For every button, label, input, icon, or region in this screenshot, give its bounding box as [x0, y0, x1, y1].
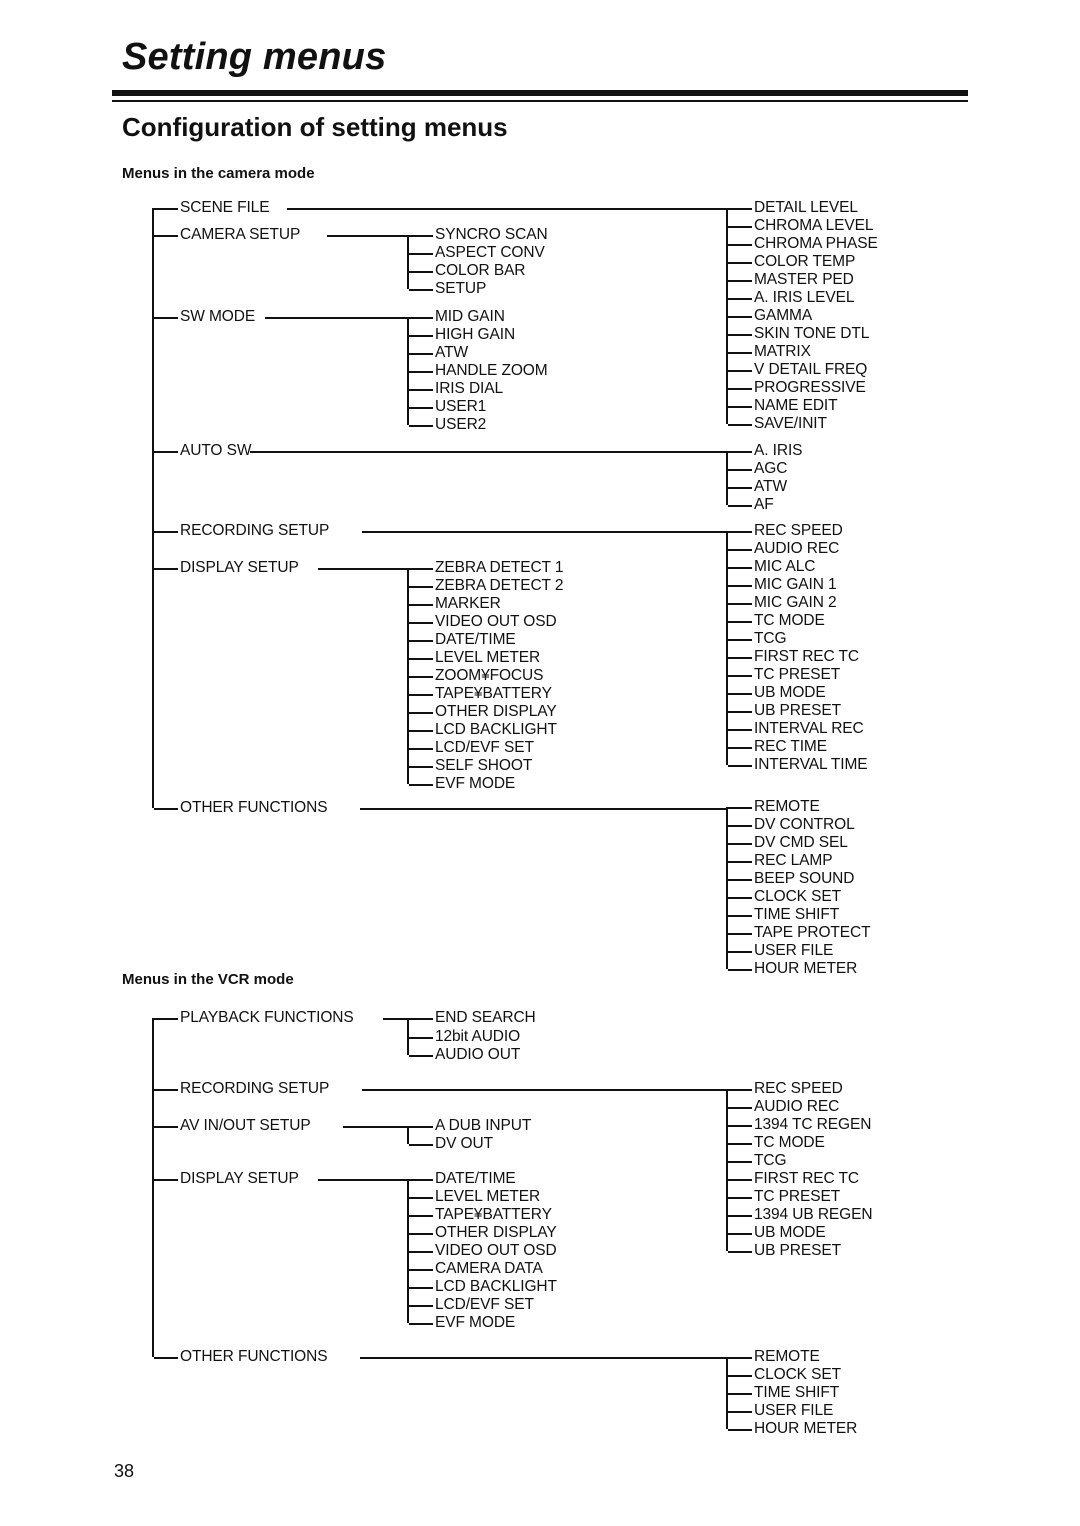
- menu-item-label: A DUB INPUT: [435, 1117, 532, 1134]
- menu-item-label: OTHER DISPLAY: [435, 1224, 557, 1241]
- menu-item-label: LEVEL METER: [435, 1188, 541, 1205]
- menu-item-label: TCG: [754, 1152, 787, 1169]
- tree-trunk-line: [726, 1089, 728, 1251]
- vcr-mode-menu-tree: PLAYBACK FUNCTIONS END SEARCH 12bit AUDIO A…: [0, 0, 1080, 1526]
- menu-item-label: PLAYBACK FUNCTIONS: [180, 1009, 354, 1026]
- menu-item-label: 1394 UB REGEN: [754, 1206, 873, 1223]
- menu-item-label: REMOTE: [754, 1348, 820, 1365]
- menu-item-label: OTHER FUNCTIONS: [180, 1348, 328, 1365]
- menu-item-label: TIME SHIFT: [754, 1384, 840, 1401]
- tree-branch-stub: [728, 1089, 752, 1091]
- tree-branch-stub: [409, 1215, 433, 1217]
- menu-item-label: RECORDING SETUP: [180, 1080, 330, 1097]
- menu-item-label: LCD/EVF SET: [435, 1296, 534, 1313]
- tree-connector-line: [318, 1179, 407, 1181]
- tree-connector-line: [343, 1126, 407, 1128]
- menu-item-label: AV IN/OUT SETUP: [180, 1117, 311, 1134]
- tree-branch-stub: [728, 1233, 752, 1235]
- tree-branch-stub: [409, 1323, 433, 1325]
- tree-branch-stub: [409, 1055, 433, 1057]
- menu-item-label: END SEARCH: [435, 1009, 536, 1026]
- menu-item-label: EVF MODE: [435, 1314, 516, 1331]
- menu-item-label: REC SPEED: [754, 1080, 843, 1097]
- tree-connector-line: [360, 1357, 726, 1359]
- tree-branch-stub: [154, 1179, 178, 1181]
- tree-branch-stub: [154, 1357, 178, 1359]
- menu-item-label: CLOCK SET: [754, 1366, 841, 1383]
- menu-item-label: TAPE¥BATTERY: [435, 1206, 552, 1223]
- menu-item-label: TC PRESET: [754, 1188, 841, 1205]
- tree-branch-stub: [728, 1393, 752, 1395]
- menu-item-label: AUDIO REC: [754, 1098, 840, 1115]
- page-number: 38: [114, 1461, 135, 1481]
- menu-item-label: LCD BACKLIGHT: [435, 1278, 557, 1295]
- tree-branch-stub: [409, 1126, 433, 1128]
- tree-branch-stub: [409, 1305, 433, 1307]
- tree-trunk-line: [407, 1126, 409, 1144]
- tree-branch-stub: [409, 1037, 433, 1039]
- tree-branch-stub: [728, 1357, 752, 1359]
- tree-branch-stub: [728, 1125, 752, 1127]
- tree-branch-stub: [154, 1018, 178, 1020]
- menu-item-label: 12bit AUDIO: [435, 1028, 521, 1045]
- tree-branch-stub: [728, 1197, 752, 1199]
- menu-item-label: CAMERA DATA: [435, 1260, 543, 1277]
- tree-branch-stub: [728, 1411, 752, 1413]
- tree-branch-stub: [728, 1179, 752, 1181]
- tree-branch-stub: [409, 1269, 433, 1271]
- tree-branch-stub: [154, 1089, 178, 1091]
- tree-branch-stub: [728, 1215, 752, 1217]
- tree-branch-stub: [728, 1375, 752, 1377]
- menu-item-label: AUDIO OUT: [435, 1046, 521, 1063]
- tree-branch-stub: [728, 1429, 752, 1431]
- tree-branch-stub: [728, 1107, 752, 1109]
- tree-branch-stub: [409, 1287, 433, 1289]
- menu-item-label: FIRST REC TC: [754, 1170, 860, 1187]
- tree-branch-stub: [728, 1161, 752, 1163]
- menu-item-label: DISPLAY SETUP: [180, 1170, 299, 1187]
- tree-branch-stub: [409, 1197, 433, 1199]
- tree-branch-stub: [409, 1233, 433, 1235]
- tree-branch-stub: [728, 1251, 752, 1253]
- menu-item-label: TC MODE: [754, 1134, 825, 1151]
- tree-branch-stub: [154, 1126, 178, 1128]
- tree-branch-stub: [409, 1251, 433, 1253]
- menu-item-label: DATE/TIME: [435, 1170, 516, 1187]
- document-page: Setting menus Configuration of setting m…: [0, 0, 1080, 1526]
- menu-item-label: UB PRESET: [754, 1242, 841, 1259]
- tree-branch-stub: [409, 1018, 433, 1020]
- menu-item-label: HOUR METER: [754, 1420, 858, 1437]
- tree-connector-line: [383, 1018, 407, 1020]
- tree-connector-line: [362, 1089, 726, 1091]
- menu-item-label: UB MODE: [754, 1224, 826, 1241]
- tree-branch-stub: [409, 1179, 433, 1181]
- menu-item-label: 1394 TC REGEN: [754, 1116, 872, 1133]
- tree-branch-stub: [728, 1143, 752, 1145]
- menu-item-label: DV OUT: [435, 1135, 493, 1152]
- tree-trunk-line: [152, 1018, 154, 1357]
- menu-item-label: USER FILE: [754, 1402, 834, 1419]
- tree-branch-stub: [409, 1144, 433, 1146]
- menu-item-label: VIDEO OUT OSD: [435, 1242, 557, 1259]
